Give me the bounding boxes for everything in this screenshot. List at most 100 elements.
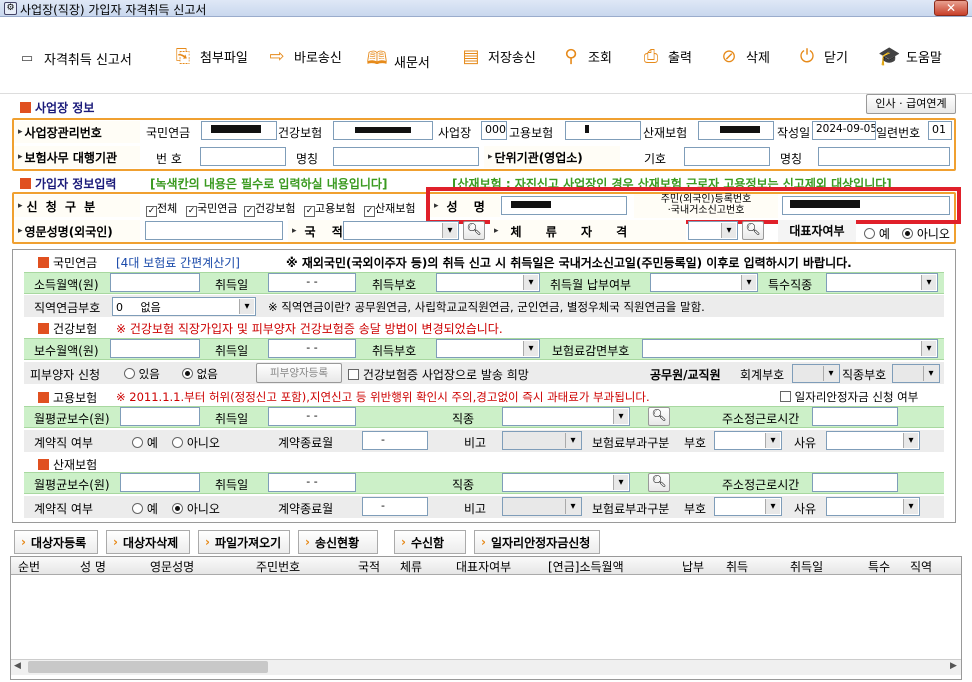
accident-job-select[interactable] xyxy=(502,473,630,492)
attach-button[interactable]: ⎘ 첨부파일 xyxy=(172,46,248,67)
accident-reason-select[interactable] xyxy=(826,497,920,516)
serial-input[interactable]: 01 xyxy=(928,121,952,140)
employ-job-search-button[interactable]: 🔍︎ xyxy=(648,407,670,426)
col-acq[interactable]: 취득 xyxy=(726,558,748,575)
delete-button[interactable]: ⊘ 삭제 xyxy=(718,46,769,67)
dep-yes-radio[interactable]: 있음 xyxy=(124,366,160,382)
rep-yes-radio[interactable]: 예 xyxy=(864,225,890,242)
col-rrn[interactable]: 주민번호 xyxy=(256,558,300,575)
employ-job-select[interactable] xyxy=(502,407,630,426)
accident-acq-input[interactable]: - - xyxy=(268,473,356,492)
special-select[interactable] xyxy=(826,273,938,292)
unit-code-input[interactable] xyxy=(684,147,770,166)
chk-pension[interactable]: ✓ 국민연금 xyxy=(186,200,237,217)
close-button[interactable]: ✕ xyxy=(934,0,968,16)
chk-accident[interactable]: ✓ 산재보험 xyxy=(364,200,415,217)
calc-link[interactable]: [4대 보험료 간편계산기] xyxy=(116,254,240,271)
eng-name-input[interactable] xyxy=(145,221,283,240)
col-stay[interactable]: 체류 xyxy=(400,558,422,575)
pension-acq-input[interactable]: - - xyxy=(268,273,356,292)
add-target-button[interactable]: 대상자등록 xyxy=(14,530,98,554)
employ-hours-input[interactable] xyxy=(812,407,898,426)
unit-name-input[interactable] xyxy=(818,147,950,166)
subsidy-checkbox[interactable]: 일자리안정자금 신청 여부 xyxy=(780,389,918,405)
rep-no-radio[interactable]: 아니오 xyxy=(902,225,950,242)
accident-job-search-button[interactable]: 🔍︎ xyxy=(648,473,670,492)
income-input[interactable] xyxy=(110,273,200,292)
col-income[interactable]: [연금]소득월액 xyxy=(548,558,624,575)
accident-hours-input[interactable] xyxy=(812,473,898,492)
employ-end-input[interactable]: - xyxy=(362,431,428,450)
agency-name-input[interactable] xyxy=(333,147,479,166)
scrollbar-thumb[interactable] xyxy=(28,661,268,673)
job-code-select[interactable] xyxy=(892,364,940,383)
col-special[interactable]: 특수 xyxy=(868,558,890,575)
close-doc-button[interactable]: ⏻ 닫기 xyxy=(796,46,848,67)
employ-no-input[interactable] xyxy=(565,121,641,140)
delete-target-button[interactable]: 대상자삭제 xyxy=(106,530,190,554)
dep-no-radio[interactable]: 없음 xyxy=(182,366,218,382)
employ-pay-input[interactable] xyxy=(120,407,200,426)
employ-acq-input[interactable]: - - xyxy=(268,407,356,426)
health-no-input[interactable] xyxy=(333,121,433,140)
col-rep[interactable]: 대표자여부 xyxy=(456,558,511,575)
scroll-right-icon[interactable]: ▶ xyxy=(950,661,960,673)
stay-select[interactable] xyxy=(688,221,738,240)
chk-health[interactable]: ✓ 건강보험 xyxy=(244,200,295,217)
employ-contract-no[interactable]: 아니오 xyxy=(172,434,220,451)
accident-contract-no[interactable]: 아니오 xyxy=(172,500,220,517)
pay-month-select[interactable] xyxy=(650,273,758,292)
card-option[interactable]: 건강보험증 사업장으로 발송 희망 xyxy=(348,366,529,383)
health-no-label: 건강보험 xyxy=(278,126,323,140)
new-doc-button[interactable]: 🕮 새문서 xyxy=(366,46,430,76)
health-acq-input[interactable]: - - xyxy=(268,339,356,358)
eng-name-label: 영문성명(외국인) xyxy=(14,220,140,242)
col-nation[interactable]: 국적 xyxy=(358,558,380,575)
chk-all[interactable]: ✓ 전체 xyxy=(146,200,177,217)
col-name[interactable]: 성 명 xyxy=(80,558,106,575)
accident-end-input[interactable]: - xyxy=(362,497,428,516)
col-eng-name[interactable]: 영문성명 xyxy=(150,558,194,575)
send-status-button[interactable]: 송신현황 xyxy=(298,530,378,554)
bizsite-input[interactable]: 000 xyxy=(481,121,507,140)
print-button[interactable]: ⎙ 출력 xyxy=(640,46,692,67)
reduce-select[interactable] xyxy=(642,339,938,358)
nation-select[interactable] xyxy=(343,221,459,240)
chk-employ[interactable]: ✓ 고용보험 xyxy=(304,200,355,217)
duty-select[interactable]: 0 없음 xyxy=(112,297,256,316)
acct-code-select[interactable] xyxy=(792,364,840,383)
health-code-select[interactable] xyxy=(436,339,540,358)
subsidy-apply-button[interactable]: 일자리안정자금신청 xyxy=(474,530,600,554)
accident-contract-yes[interactable]: 예 xyxy=(132,500,158,517)
dep-register-button[interactable]: 피부양자등록 xyxy=(256,363,342,383)
agency-no-input[interactable] xyxy=(200,147,286,166)
employ-reason-select[interactable] xyxy=(826,431,920,450)
pension-no-input[interactable] xyxy=(201,121,277,140)
nation-search-button[interactable]: 🔍︎ xyxy=(463,221,485,240)
health-pay-input[interactable] xyxy=(110,339,200,358)
col-acq-date[interactable]: 취득일 xyxy=(790,558,823,575)
pension-code-select[interactable] xyxy=(436,273,540,292)
date-input[interactable]: 2024-09-05 xyxy=(812,121,876,140)
accident-remark-select[interactable] xyxy=(502,497,582,516)
col-seq[interactable]: 순번 xyxy=(18,558,40,575)
employ-contract-yes[interactable]: 예 xyxy=(132,434,158,451)
employ-remark-select[interactable] xyxy=(502,431,582,450)
accident-pay-input[interactable] xyxy=(120,473,200,492)
employ-warn: ※ 2011.1.1.부터 허위(정정신고 포함),지연신고 등 위반행위 확인… xyxy=(116,390,650,404)
search-button[interactable]: ⚲ 조회 xyxy=(560,46,612,67)
import-file-button[interactable]: 파일가져오기 xyxy=(198,530,290,554)
accident-no-input[interactable] xyxy=(698,121,774,140)
employ-code-select[interactable] xyxy=(714,431,782,450)
send-now-button[interactable]: ⇨ 바로송신 xyxy=(266,46,341,67)
hr-link-button[interactable]: 인사 · 급여연계 xyxy=(866,94,956,114)
stay-search-button[interactable]: 🔍︎ xyxy=(742,221,764,240)
help-button[interactable]: 🎓 도움말 xyxy=(878,46,942,67)
col-pay[interactable]: 납부 xyxy=(682,558,704,575)
accident-code-select[interactable] xyxy=(714,497,782,516)
col-duty[interactable]: 직역 xyxy=(910,558,932,575)
scroll-left-icon[interactable]: ◀ xyxy=(14,661,24,673)
section-marker-icon xyxy=(20,102,31,113)
save-send-button[interactable]: ▤ 저장송신 xyxy=(460,46,535,67)
inbox-button[interactable]: 수신함 xyxy=(394,530,466,554)
